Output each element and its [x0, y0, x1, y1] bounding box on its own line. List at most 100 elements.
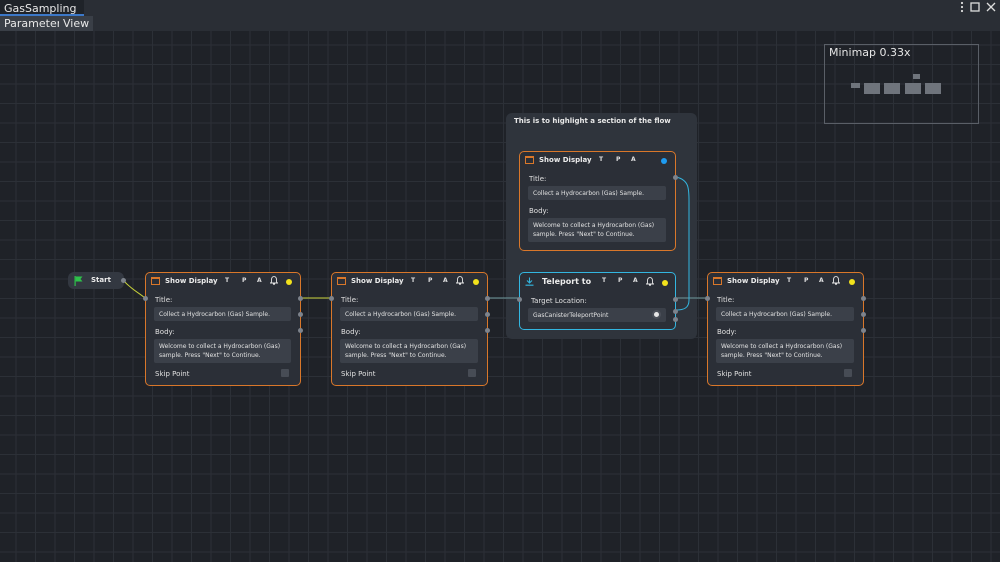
output-pin[interactable] [298, 296, 303, 301]
group-title: This is to highlight a section of the fl… [514, 117, 671, 125]
body-label: Body: [717, 328, 737, 336]
minimap-block [851, 83, 860, 88]
bell-icon[interactable] [456, 276, 464, 285]
bell-icon[interactable] [832, 276, 840, 285]
input-pin[interactable] [143, 296, 148, 301]
output-pin[interactable] [673, 297, 678, 302]
node-title: Show Display [165, 277, 218, 285]
window-icon [337, 277, 346, 285]
output-pin[interactable] [673, 309, 678, 314]
status-dot [661, 158, 667, 164]
minimap-block [913, 74, 920, 79]
more-vertical-icon[interactable] [960, 1, 964, 13]
status-dot [473, 279, 479, 285]
skip-point-label: Skip Point [341, 370, 376, 378]
output-pin[interactable] [673, 175, 678, 180]
target-location-label: Target Location: [531, 297, 587, 305]
show-display-node[interactable]: Show Display T P A Title: Collect a Hydr… [519, 151, 678, 251]
p-toggle[interactable]: P [242, 277, 246, 284]
body-field[interactable]: Welcome to collect a Hydrocarbon (Gas) s… [154, 339, 291, 363]
title-field[interactable]: Collect a Hydrocarbon (Gas) Sample. [154, 307, 291, 321]
minimap-label: Minimap 0.33x [829, 46, 911, 59]
title-field[interactable]: Collect a Hydrocarbon (Gas) Sample. [528, 186, 666, 200]
skip-point-checkbox[interactable] [468, 369, 476, 377]
output-pin[interactable] [485, 328, 490, 333]
p-toggle[interactable]: P [428, 277, 432, 284]
title-label: Title: [717, 296, 735, 304]
title-label: Title: [529, 175, 547, 183]
menu-bar: Parameters View [0, 16, 1000, 31]
output-pin[interactable] [485, 296, 490, 301]
input-pin[interactable] [517, 297, 522, 302]
flag-icon [74, 276, 83, 286]
output-pin[interactable] [861, 296, 866, 301]
minimap[interactable]: Minimap 0.33x [824, 44, 979, 124]
p-toggle[interactable]: P [618, 277, 622, 284]
body-field[interactable]: Welcome to collect a Hydrocarbon (Gas) s… [716, 339, 854, 363]
title-field[interactable]: Collect a Hydrocarbon (Gas) Sample. [340, 307, 478, 321]
t-toggle[interactable]: T [602, 277, 606, 284]
status-dot [849, 279, 855, 285]
t-toggle[interactable]: T [411, 277, 415, 284]
show-display-node[interactable]: Show Display T P A Title: Collect a Hydr… [143, 272, 303, 386]
download-arrow-icon [525, 277, 534, 286]
window-controls [960, 1, 996, 13]
t-toggle[interactable]: T [599, 156, 603, 163]
p-toggle[interactable]: P [804, 277, 808, 284]
title-field[interactable]: Collect a Hydrocarbon (Gas) Sample. [716, 307, 854, 321]
skip-point-label: Skip Point [155, 370, 190, 378]
input-pin[interactable] [705, 296, 710, 301]
title-label: Title: [155, 296, 173, 304]
a-toggle[interactable]: A [819, 277, 824, 284]
output-pin[interactable] [861, 312, 866, 317]
start-node[interactable]: Start [68, 272, 126, 289]
target-location-field[interactable]: GasCanisterTeleportPoint [528, 308, 666, 322]
node-title: Show Display [727, 277, 780, 285]
target-picker-icon[interactable] [652, 310, 661, 319]
body-field[interactable]: Welcome to collect a Hydrocarbon (Gas) s… [528, 218, 666, 242]
teleport-node[interactable]: Teleport to T P A Target Location: GasCa… [517, 272, 678, 330]
output-pin[interactable] [121, 278, 126, 283]
skip-point-checkbox[interactable] [281, 369, 289, 377]
close-icon[interactable] [986, 2, 996, 12]
status-dot [286, 279, 292, 285]
input-pin[interactable] [329, 296, 334, 301]
output-pin[interactable] [298, 312, 303, 317]
a-toggle[interactable]: A [633, 277, 638, 284]
show-display-node[interactable]: Show Display T P A Title: Collect a Hydr… [329, 272, 490, 386]
window-icon [151, 277, 160, 285]
bell-icon[interactable] [270, 276, 278, 285]
t-toggle[interactable]: T [787, 277, 791, 284]
maximize-icon[interactable] [970, 2, 980, 12]
window-icon [713, 277, 722, 285]
t-toggle[interactable]: T [225, 277, 229, 284]
body-label: Body: [155, 328, 175, 336]
output-pin[interactable] [298, 328, 303, 333]
body-field[interactable]: Welcome to collect a Hydrocarbon (Gas) s… [340, 339, 478, 363]
node-header: Show Display T P A [708, 273, 863, 289]
minimap-block [884, 83, 900, 94]
node-title: Show Display [539, 156, 592, 164]
node-title: Teleport to [542, 277, 592, 286]
p-toggle[interactable]: P [616, 156, 620, 163]
title-bar: GasSampling [0, 0, 1000, 16]
output-pin[interactable] [485, 312, 490, 317]
node-header: Show Display T P A [520, 152, 675, 168]
minimap-block [864, 83, 880, 94]
menu-view[interactable]: View [59, 16, 94, 31]
show-display-node[interactable]: Show Display T P A Title: Collect a Hydr… [705, 272, 866, 386]
a-toggle[interactable]: A [257, 277, 262, 284]
tab-gassampling[interactable]: GasSampling [0, 0, 85, 16]
a-toggle[interactable]: A [631, 156, 636, 163]
node-header: Show Display T P A [332, 273, 487, 289]
window-icon [525, 156, 534, 164]
status-dot [662, 280, 668, 286]
output-pin[interactable] [673, 317, 678, 322]
node-header: Show Display T P A [146, 273, 300, 289]
skip-point-checkbox[interactable] [844, 369, 852, 377]
bell-icon[interactable] [646, 277, 654, 286]
minimap-block [905, 83, 921, 94]
a-toggle[interactable]: A [443, 277, 448, 284]
output-pin[interactable] [861, 328, 866, 333]
node-header: Teleport to T P A [520, 273, 675, 289]
